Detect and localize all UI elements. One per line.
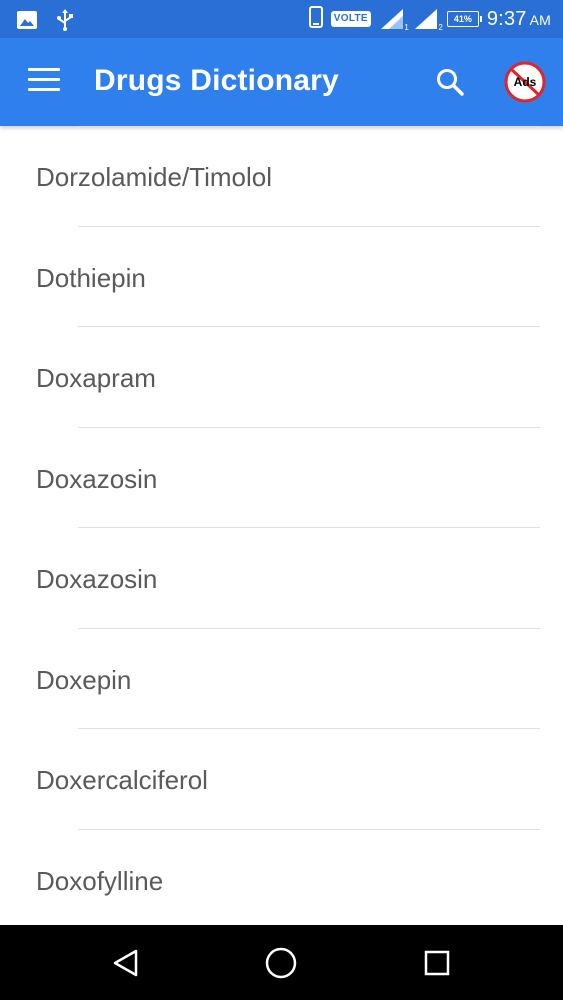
list-item[interactable]: Doxazosin <box>0 428 563 528</box>
clock-ampm: AM <box>529 11 551 28</box>
list-item[interactable]: Doxercalciferol <box>0 729 563 830</box>
usb-icon <box>56 9 74 36</box>
status-right: VOLTE 1 2 41% 9:37 AM <box>308 5 551 33</box>
hamburger-menu-icon[interactable] <box>28 68 60 96</box>
sim1-label: 1 <box>404 23 409 32</box>
signal-sim1-icon: 1 <box>379 8 409 32</box>
drug-list: Dorzolamide/Timolol Dothiepin Doxapram D… <box>0 126 563 924</box>
search-icon[interactable] <box>434 66 466 98</box>
drug-name: Doxazosin <box>36 564 158 594</box>
volte-badge: VOLTE <box>330 11 371 27</box>
no-ads-button[interactable]: Ads <box>504 61 546 103</box>
drug-name: Doxapram <box>36 363 156 393</box>
navigation-bar <box>0 925 563 1000</box>
list-item[interactable]: Dothiepin <box>0 227 563 327</box>
status-bar: VOLTE 1 2 41% 9:37 AM <box>0 0 563 38</box>
recent-apps-icon[interactable] <box>424 950 450 976</box>
clock-time: 9:37 <box>486 7 527 30</box>
back-icon[interactable] <box>110 947 142 979</box>
status-left <box>16 9 74 36</box>
list-item[interactable]: Doxepin <box>0 629 563 729</box>
home-icon[interactable] <box>264 946 298 980</box>
sim2-label: 2 <box>438 23 443 32</box>
image-notification-icon <box>16 10 38 35</box>
drug-name: Doxercalciferol <box>36 765 208 795</box>
list-item[interactable]: Doxofylline <box>0 830 563 925</box>
app-title: Drugs Dictionary <box>94 64 339 97</box>
drug-name: Dothiepin <box>36 262 146 293</box>
battery-icon: 41% <box>446 11 482 27</box>
drug-name: Doxepin <box>36 664 132 695</box>
no-ads-label: Ads <box>514 75 537 89</box>
signal-sim2-icon: 2 <box>413 8 443 32</box>
list-item[interactable]: Doxapram <box>0 327 563 428</box>
drug-name: Dorzolamide/Timolol <box>36 162 272 192</box>
list-item[interactable]: Doxazosin <box>0 528 563 629</box>
list-item[interactable]: Dorzolamide/Timolol <box>0 126 563 227</box>
drug-name: Doxazosin <box>36 463 158 494</box>
phone-icon <box>308 5 323 33</box>
app-bar: Drugs Dictionary Ads <box>0 38 563 126</box>
drug-name: Doxofylline <box>36 865 164 896</box>
clock: 9:37 AM <box>487 8 551 31</box>
